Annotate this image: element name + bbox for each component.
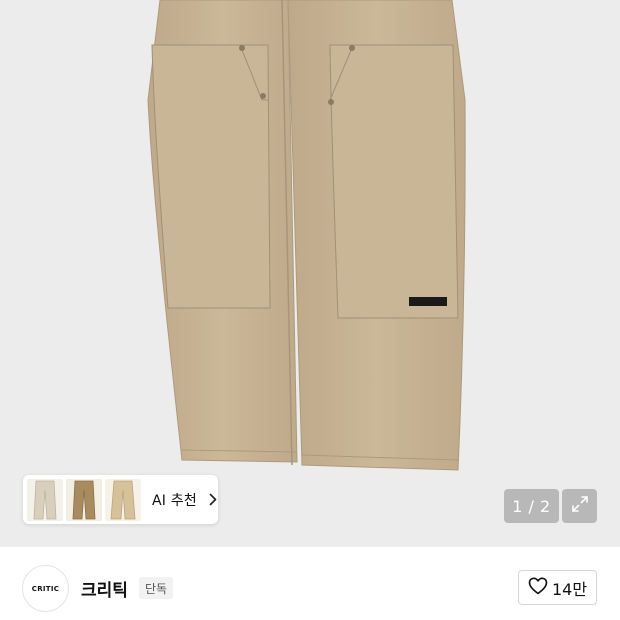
brand-tag [409,297,447,306]
product-image[interactable] [0,0,620,546]
brand-logo[interactable]: CRITIC [22,565,69,612]
pants-illustration [147,0,466,471]
like-button[interactable]: 14만 [518,570,597,605]
brand-logo-text: CRITIC [31,584,60,593]
expand-image-button[interactable] [562,489,597,523]
brand-name[interactable]: 크리틱 [81,576,128,601]
image-pager: 1 / 2 [504,489,559,523]
ai-thumb-light-beige-pants[interactable] [27,478,63,521]
ai-recommend-chip[interactable]: AI 추천 [23,475,218,524]
expand-icon [570,494,590,518]
exclusive-badge: 단독 [139,577,174,599]
ai-thumb-tan-cargo-pants[interactable] [66,478,102,521]
like-count: 14만 [551,579,588,599]
ai-thumb-beige-pants[interactable] [105,478,141,521]
chevron-right-icon [209,493,217,506]
product-detail-page: AI 추천 1 / 2 CRITIC 크리틱 단독 14만 [0,0,620,620]
ai-recommend-label: AI 추천 [152,492,197,509]
heart-icon [528,577,548,599]
